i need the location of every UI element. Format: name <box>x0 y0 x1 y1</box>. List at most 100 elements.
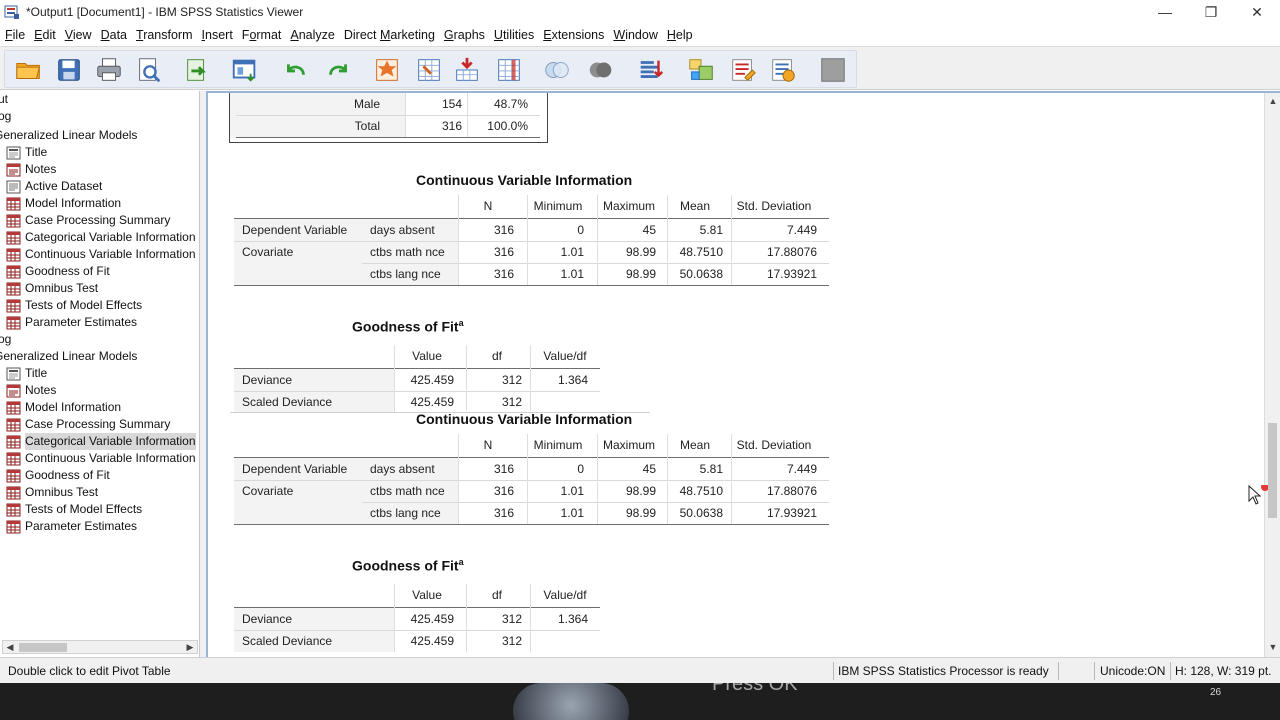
outline-scroll-thumb[interactable] <box>19 643 67 652</box>
value-labels-button[interactable] <box>685 55 717 85</box>
show-variables-button[interactable] <box>767 55 799 85</box>
outline-item-parameter-estimates[interactable]: Parameter Estimates <box>6 314 137 331</box>
outline-item-categorical-variable-information[interactable]: Categorical Variable Information <box>6 229 196 246</box>
outline-item-ut[interactable]: ut <box>0 91 8 108</box>
status-hint: Double click to edit Pivot Table <box>8 664 171 678</box>
outline-horizontal-scrollbar[interactable]: ◀ ▶ <box>2 640 198 654</box>
stat-cell: 17.93921 <box>766 267 817 281</box>
menu-utilities[interactable]: Utilities <box>494 28 543 42</box>
use-sets-button[interactable] <box>727 55 759 85</box>
outline-item-active-dataset[interactable]: Active Dataset <box>6 178 102 195</box>
outline-item-parameter-estimates[interactable]: Parameter Estimates <box>6 518 137 535</box>
outline-item-label: Generalized Linear Models <box>0 128 138 142</box>
menu-transform[interactable]: Transform <box>136 28 202 42</box>
column-header: Std. Deviation <box>736 199 812 213</box>
outline-item-og[interactable]: og <box>0 331 11 348</box>
column-divider <box>530 584 531 652</box>
outline-item-notes[interactable]: Notes <box>6 382 56 399</box>
outline-item-model-information[interactable]: Model Information <box>6 399 121 416</box>
column-divider <box>597 195 598 285</box>
outline-item-case-processing-summary[interactable]: Case Processing Summary <box>6 416 170 433</box>
spell-check-button[interactable] <box>817 55 849 85</box>
scroll-down-icon[interactable]: ▼ <box>1267 641 1279 653</box>
table-icon <box>6 486 21 499</box>
column-divider <box>667 434 668 524</box>
menu-graphs[interactable]: Graphs <box>444 28 494 42</box>
menu-view[interactable]: View <box>65 28 101 42</box>
export-button[interactable] <box>181 55 213 85</box>
menu-accelerator: G <box>443 28 454 42</box>
stat-cell: 48.7510 <box>679 484 723 498</box>
outline-item-label: Continuous Variable Information <box>25 247 196 261</box>
open-folder-button[interactable] <box>13 55 45 85</box>
stat-cell: 1.364 <box>557 373 588 387</box>
close-button[interactable]: ✕ <box>1234 0 1280 24</box>
outline-item-tests-of-model-effects[interactable]: Tests of Model Effects <box>6 501 142 518</box>
menu-format[interactable]: Format <box>242 28 291 42</box>
outline-item-categorical-variable-information[interactable]: Categorical Variable Information <box>6 433 196 450</box>
viewer-scroll-thumb[interactable] <box>1268 423 1277 518</box>
outline-item-omnibus-test[interactable]: Omnibus Test <box>6 484 98 501</box>
stat-cell: 1.01 <box>560 267 584 281</box>
menu-help[interactable]: Help <box>667 28 702 42</box>
column-header: Mean <box>679 199 711 213</box>
outline-item-goodness-of-fit[interactable]: Goodness of Fit <box>6 263 110 280</box>
menu-insert[interactable]: Insert <box>202 28 242 42</box>
undo-button[interactable] <box>279 55 311 85</box>
menu-extensions[interactable]: Extensions <box>543 28 613 42</box>
insert-variable-button[interactable] <box>493 55 525 85</box>
goto-variable-button[interactable] <box>413 55 445 85</box>
page-number: 26 <box>1210 687 1222 698</box>
header-rule <box>234 607 600 608</box>
processor-status: IBM SPSS Statistics Processor is ready <box>838 664 1049 678</box>
outline-item-tests-of-model-effects[interactable]: Tests of Model Effects <box>6 297 142 314</box>
outline-item-title[interactable]: Title <box>6 365 47 382</box>
save-button[interactable] <box>53 55 85 85</box>
footnote-marker: a <box>458 318 464 328</box>
title-icon <box>6 367 21 380</box>
outline-item-goodness-of-fit[interactable]: Goodness of Fit <box>6 467 110 484</box>
stat-cell: 425.459 <box>410 395 454 409</box>
goto-case-icon <box>376 59 398 81</box>
outline-item-omnibus-test[interactable]: Omnibus Test <box>6 280 98 297</box>
outline-item-generalized-linear-models[interactable]: Generalized Linear Models <box>0 348 137 365</box>
output-viewer-pane[interactable]: Male 154 48.7% Total 316 100.0% Continuous Var… <box>206 91 1280 657</box>
unicode-status: Unicode:ON <box>1100 664 1166 678</box>
menu-window[interactable]: Window <box>613 28 666 42</box>
window-title: *Output1 [Document1] - IBM SPSS Statisti… <box>26 5 304 19</box>
minimize-button[interactable]: — <box>1142 0 1188 24</box>
restore-button[interactable]: ❐ <box>1188 0 1234 24</box>
menu-label-rest: raphs <box>453 28 485 42</box>
viewer-vertical-scrollbar[interactable]: ▲ ▼ <box>1264 93 1280 657</box>
weight-cases-button[interactable] <box>635 55 667 85</box>
outline-item-generalized-linear-models[interactable]: Generalized Linear Models <box>0 127 137 144</box>
redo-button[interactable] <box>323 55 355 85</box>
menu-label-rest: iew <box>72 28 92 42</box>
menu-direct-marketing[interactable]: Direct Marketing <box>344 28 444 42</box>
menu-data[interactable]: Data <box>101 28 136 42</box>
print-button[interactable] <box>93 55 125 85</box>
menu-accelerator: E <box>34 28 43 42</box>
scroll-left-icon[interactable]: ◀ <box>4 641 16 653</box>
footnote-marker: a <box>458 557 464 567</box>
menu-file[interactable]: File <box>5 28 34 42</box>
outline-item-og[interactable]: og <box>0 108 11 125</box>
goto-case-button[interactable] <box>371 55 403 85</box>
insert-cases-button[interactable] <box>451 55 483 85</box>
outline-item-title[interactable]: Title <box>6 144 47 161</box>
outline-pane[interactable]: ut og Generalized Linear Models Title Notes A… <box>0 91 200 657</box>
outline-item-notes[interactable]: Notes <box>6 161 56 178</box>
split-file-button[interactable] <box>541 55 573 85</box>
outline-item-case-processing-summary[interactable]: Case Processing Summary <box>6 212 170 229</box>
scroll-up-icon[interactable]: ▲ <box>1267 95 1279 107</box>
outline-item-model-information[interactable]: Model Information <box>6 195 121 212</box>
print-preview-button[interactable] <box>133 55 165 85</box>
recall-dialog-button[interactable] <box>229 55 261 85</box>
menu-edit[interactable]: Edit <box>34 28 65 42</box>
outline-item-continuous-variable-information[interactable]: Continuous Variable Information <box>6 450 196 467</box>
scroll-right-icon[interactable]: ▶ <box>184 641 196 653</box>
menu-analyze[interactable]: Analyze <box>290 28 343 42</box>
status-bar: Double click to edit Pivot Table IBM SPS… <box>0 657 1280 683</box>
select-cases-button[interactable] <box>585 55 617 85</box>
outline-item-continuous-variable-information[interactable]: Continuous Variable Information <box>6 246 196 263</box>
